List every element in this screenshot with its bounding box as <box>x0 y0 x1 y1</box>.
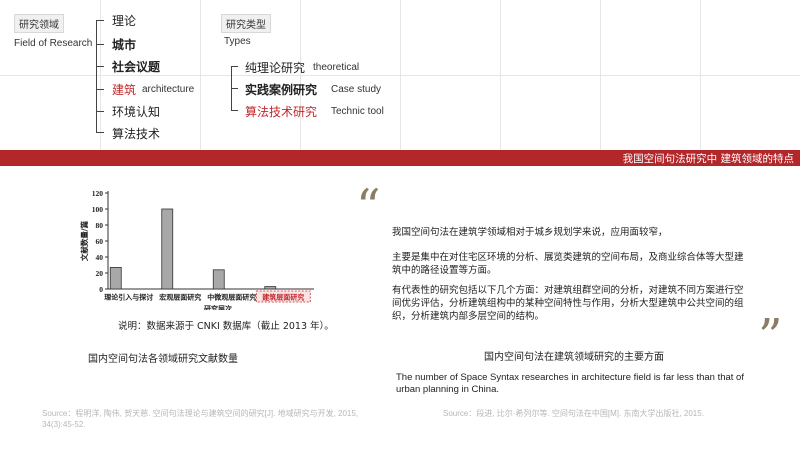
bar <box>264 286 277 290</box>
y-axis-label: 文献数量/篇 <box>79 220 89 261</box>
banner-title: 我国空间句法研究中 建筑领域的特点 <box>622 153 794 165</box>
tree-connector <box>231 66 238 67</box>
tree-connector <box>96 20 104 21</box>
left-source: Source：程明洋, 陶伟, 贺天慈. 空间句法理论与建筑空间的研究[J]. … <box>42 409 359 429</box>
field-item-urban: 城市 <box>112 38 137 52</box>
field-item-theory: 理论 <box>112 14 137 28</box>
quote-paragraph: 有代表性的研究包括以下几个方面：对建筑组群空间的分析，对建筑不同方案进行空间优劣… <box>392 285 744 322</box>
chart-note: 说明：数据来源于 CNKI 数据库（截止 2013 年）。 <box>118 321 334 332</box>
tree-connector <box>96 89 104 90</box>
y-tick-label: 40 <box>96 253 104 262</box>
tree-connector <box>96 66 104 67</box>
field-item-architecture: 建筑 <box>112 83 137 97</box>
summary-en: The number of Space Syntax researches in… <box>396 372 744 395</box>
y-tick-label: 60 <box>96 237 104 246</box>
field-tag-en: Field of Research <box>14 38 93 49</box>
field-item-algorithm: 算法技术 <box>112 127 161 141</box>
x-tick-label: 中微观层面研究 <box>207 293 256 302</box>
field-item-architecture-en: architecture <box>142 84 195 95</box>
tree-connector <box>231 88 238 89</box>
x-tick-label: 宏观层面研究 <box>159 293 201 302</box>
type-item-theoretical-en: theoretical <box>313 62 360 73</box>
section-banner: 我国空间句法研究中 建筑领域的特点 <box>0 150 800 166</box>
y-tick-label: 20 <box>96 269 104 278</box>
close-quote-mark: ” <box>758 309 783 365</box>
type-item-theoretical: 纯理论研究 <box>245 61 306 75</box>
field-tag: 研究领域 <box>14 14 64 33</box>
bar <box>212 269 225 290</box>
type-tag: 研究类型 <box>221 14 271 33</box>
tree-connector <box>231 110 238 111</box>
y-tick-label: 80 <box>96 221 104 230</box>
tree-connector <box>96 20 97 132</box>
tree-connector <box>96 132 104 133</box>
y-tick-label: 0 <box>99 285 103 294</box>
y-tick-label: 100 <box>92 205 104 214</box>
field-item-cognition: 环境认知 <box>112 105 161 119</box>
x-tick-label: 建筑层面研究 <box>262 293 304 302</box>
type-item-case-study-en: Case study <box>331 84 382 95</box>
left-caption: 国内空间句法各领域研究文献数量 <box>88 354 238 365</box>
grid-line <box>0 75 800 76</box>
quote-paragraph: 我国空间句法在建筑学领域相对于城乡规划学来说，应用面较窄， <box>392 227 668 238</box>
right-caption: 国内空间句法在建筑领域研究的主要方面 <box>484 352 664 363</box>
bar-chart: 0 20 40 60 80 100 120 文献数量/篇理论引入与探讨 宏观层面研究 中微观层面研… <box>79 189 314 310</box>
right-source: Source：段进, 比尔·希列尔等. 空间句法在中国[M]. 东南大学出版社,… <box>443 409 704 418</box>
field-item-social: 社会议题 <box>112 60 161 74</box>
x-tick-label: 理论引入与探讨 <box>104 293 153 302</box>
x-axis-label: 研究层次 <box>204 304 232 310</box>
bar <box>109 267 122 290</box>
bar <box>161 208 174 290</box>
open-quote-mark: “ <box>356 179 381 235</box>
tree-connector <box>96 111 104 112</box>
type-item-technic: 算法技术研究 <box>245 105 318 119</box>
tree-connector <box>96 44 104 45</box>
type-item-case-study: 实践案例研究 <box>245 83 318 97</box>
type-item-technic-en: Technic tool <box>331 106 384 117</box>
y-tick-label: 120 <box>92 189 104 198</box>
type-tag-en: Types <box>224 36 251 47</box>
quote-paragraph: 主要是集中在对住宅区环境的分析、展览类建筑的空间布局，及商业综合体等大型建筑中的… <box>392 252 744 276</box>
